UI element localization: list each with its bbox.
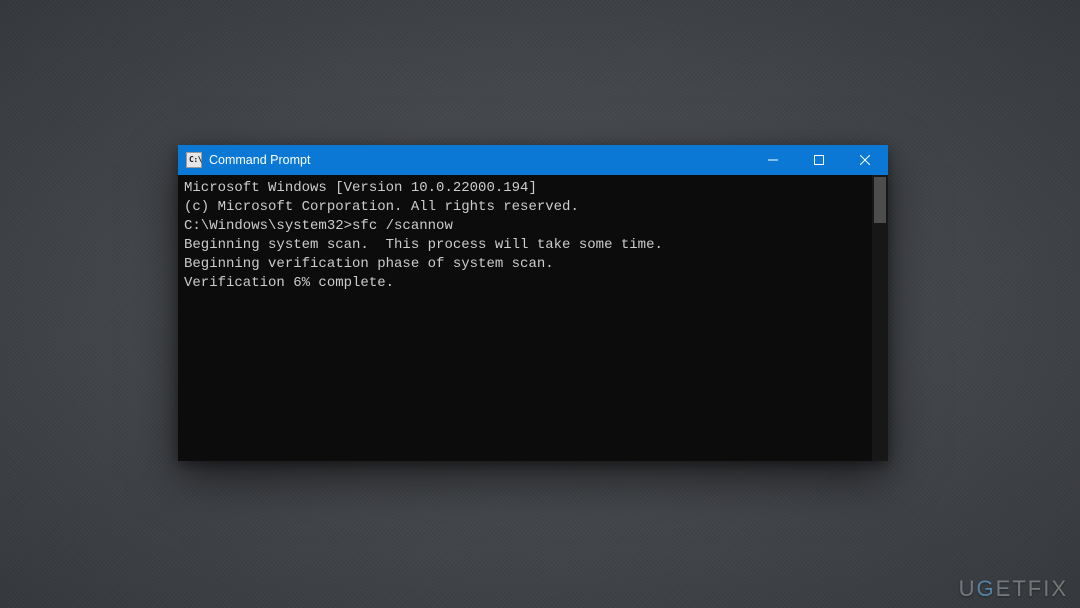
titlebar[interactable]: C:\ Command Prompt — [178, 145, 888, 175]
command-prompt-window: C:\ Command Prompt Microsoft Windows [Ve… — [178, 145, 888, 461]
minimize-icon — [768, 155, 778, 165]
terminal-line: C:\Windows\system32>sfc /scannow — [184, 217, 866, 236]
terminal-line: Microsoft Windows [Version 10.0.22000.19… — [184, 179, 866, 198]
window-controls — [750, 145, 888, 175]
window-title: Command Prompt — [209, 153, 310, 167]
maximize-button[interactable] — [796, 145, 842, 175]
terminal-line: Beginning system scan. This process will… — [184, 236, 866, 255]
watermark-mid: ETFI — [996, 576, 1052, 601]
cmd-icon-label: C:\ — [189, 156, 202, 164]
terminal-output[interactable]: Microsoft Windows [Version 10.0.22000.19… — [178, 175, 872, 461]
content-area: Microsoft Windows [Version 10.0.22000.19… — [178, 175, 888, 461]
watermark-prefix: U — [959, 576, 977, 601]
watermark-accent: G — [977, 576, 996, 601]
terminal-line: Beginning verification phase of system s… — [184, 255, 866, 274]
close-icon — [860, 155, 870, 165]
minimize-button[interactable] — [750, 145, 796, 175]
terminal-line: Verification 6% complete. — [184, 274, 866, 293]
terminal-line: (c) Microsoft Corporation. All rights re… — [184, 198, 866, 217]
watermark: UGETFIX — [959, 576, 1068, 602]
close-button[interactable] — [842, 145, 888, 175]
maximize-icon — [814, 155, 824, 165]
vertical-scrollbar[interactable] — [872, 175, 888, 461]
watermark-suffix: X — [1051, 576, 1068, 601]
scroll-thumb[interactable] — [874, 177, 886, 223]
cmd-icon: C:\ — [186, 152, 202, 168]
